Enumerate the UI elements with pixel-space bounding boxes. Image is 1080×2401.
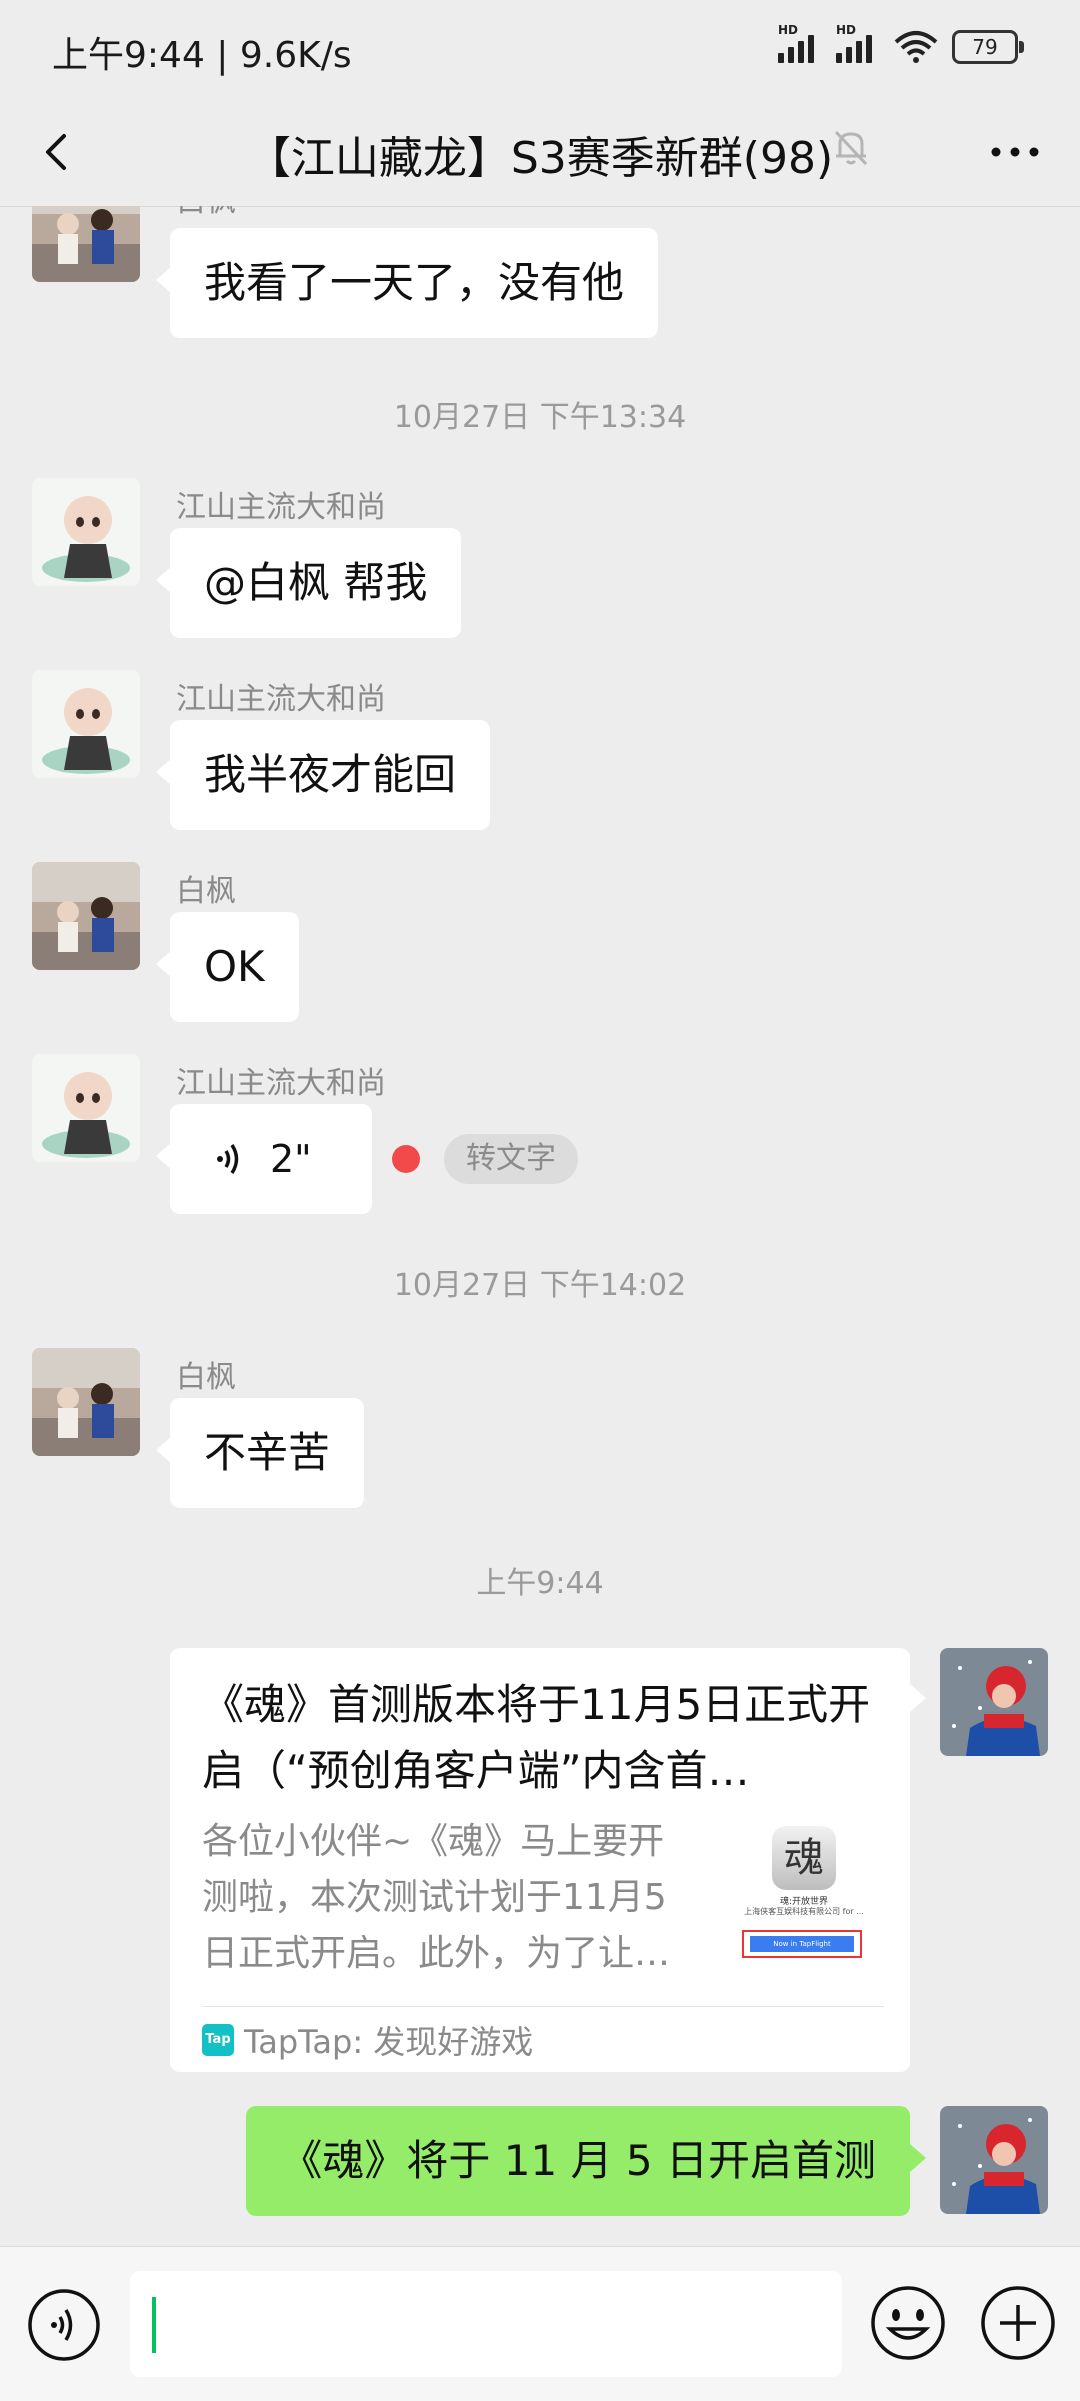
self-message-bubble[interactable]: 《魂》将于 11 月 5 日开启首测 [246, 2106, 926, 2216]
chat-title: 【江山藏龙】S3赛季新群(98) [246, 133, 834, 184]
thumb-button: Now in TapFlight [742, 1930, 862, 1958]
avatar-self[interactable] [940, 1648, 1048, 1756]
message-bubble[interactable]: 不辛苦 [155, 1398, 365, 1508]
link-card-source: Tap TapTap: 发现好游戏 [202, 2020, 534, 2061]
signal-hd-label-2: HD [836, 23, 857, 37]
message-bubble[interactable]: 我半夜才能回 [155, 720, 491, 830]
voice-wave-icon [217, 1144, 239, 1174]
chat-list[interactable]: 白枫 我看了一天了，没有他 10月27日 下午13:34 江山主流大和尚 @白枫… [0, 206, 1080, 2246]
link-card-thumbnail: 魂 魂:开放世界 上海侠客互娱科技有限公司 for ... Now in Tap… [730, 1826, 878, 1972]
status-icons: HD HD 79 [778, 23, 1024, 64]
sender-name: 江山主流大和尚 [176, 490, 386, 525]
avatar-monk[interactable] [32, 670, 140, 778]
card-divider [202, 2006, 884, 2007]
text-caret [152, 2297, 156, 2353]
message-bubble[interactable]: @白枫 帮我 [155, 528, 462, 638]
avatar-baifeng[interactable] [32, 206, 140, 282]
voice-duration: 2" [270, 1137, 312, 1181]
time-separator: 上午9:44 [476, 1566, 604, 1601]
time-separator: 10月27日 下午13:34 [393, 400, 687, 435]
message-bubble[interactable]: OK [156, 912, 299, 1022]
more-options-icon[interactable] [980, 122, 1050, 182]
message-input[interactable] [130, 2271, 842, 2377]
add-more-icon[interactable] [978, 2283, 1058, 2363]
wifi-icon [894, 31, 938, 63]
link-card[interactable]: 《魂》首测版本将于11月5日正式开启（“预创角客户端”内含首… 各位小伙伴~《魂… [170, 1648, 926, 2072]
avatar-self[interactable] [940, 2106, 1048, 2214]
avatar-baifeng[interactable] [32, 862, 140, 970]
transcribe-button[interactable]: 转文字 [444, 1134, 578, 1184]
unread-dot [392, 1145, 420, 1173]
battery-icon: 79 [952, 30, 1024, 64]
time-separator: 10月27日 下午14:02 [393, 1268, 687, 1303]
status-bar: 上午9:44 | 9.6K/s HD HD 79 [0, 0, 1080, 100]
avatar-monk[interactable] [32, 1054, 140, 1162]
link-card-title: 《魂》首测版本将于11月5日正式开启（“预创角客户端”内含首… [202, 1680, 871, 1795]
chat-header: 【江山藏龙】S3赛季新群(98) [0, 100, 1080, 207]
sender-name: 白枫 [176, 206, 236, 220]
voice-message-bubble[interactable]: 2" [156, 1104, 372, 1214]
signal-hd-label: HD [778, 23, 799, 37]
taptap-logo-icon: Tap [202, 2024, 234, 2056]
voice-input-icon[interactable] [26, 2287, 102, 2363]
sender-name: 江山主流大和尚 [176, 682, 386, 717]
avatar-monk[interactable] [32, 478, 140, 586]
mute-bell-icon [834, 130, 868, 166]
message-bubble[interactable]: 我看了一天了，没有他 [155, 228, 659, 338]
input-bar [0, 2246, 1080, 2401]
avatar-baifeng[interactable] [32, 1348, 140, 1456]
game-logo-icon: 魂 [772, 1826, 836, 1890]
link-card-description: 各位小伙伴~《魂》马上要开测啦，本次测试计划于11月5日正式开启。此外，为了让… [202, 1821, 671, 1974]
sender-name: 白枫 [176, 1360, 236, 1395]
status-time: 上午9:44 | 9.6K/s [52, 35, 352, 76]
sender-name: 白枫 [176, 874, 236, 909]
thumb-subcaption: 上海侠客互娱科技有限公司 for ... [744, 1907, 864, 1916]
source-label: TapTap: 发现好游戏 [244, 2023, 534, 2061]
signal-icon: HD [778, 23, 822, 63]
emoji-icon[interactable] [868, 2283, 948, 2363]
sender-name: 江山主流大和尚 [176, 1066, 386, 1101]
signal-icon-2: HD [836, 23, 880, 63]
